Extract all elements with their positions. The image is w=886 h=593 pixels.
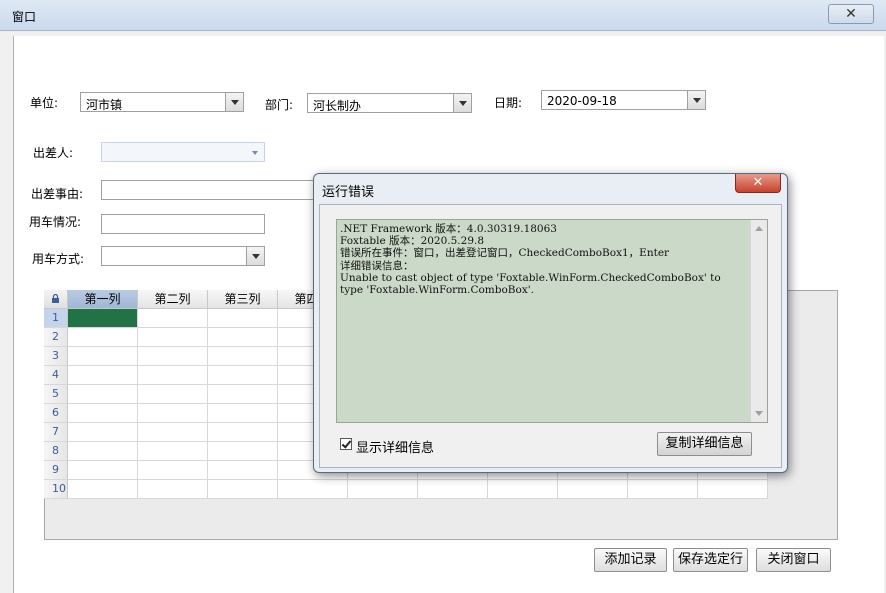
unit-value: 河市镇	[86, 98, 123, 112]
grid-cell[interactable]	[208, 461, 278, 480]
car-mode-label: 用车方式:	[32, 252, 85, 266]
window-titlebar: 窗口 ✕	[0, 0, 886, 31]
dialog-title: 运行错误	[322, 185, 375, 200]
show-details-label[interactable]: 显示详细信息	[356, 437, 434, 456]
error-scrollbar[interactable]	[750, 220, 767, 422]
grid-cell[interactable]	[68, 480, 138, 499]
grid-cell[interactable]	[68, 328, 138, 347]
chevron-down-icon[interactable]	[246, 247, 264, 265]
date-picker[interactable]: 2020-09-18	[541, 90, 706, 110]
grid-row-header[interactable]: 10	[44, 480, 68, 499]
grid-cell[interactable]	[348, 480, 418, 499]
chevron-down-icon[interactable]	[225, 93, 243, 111]
grid-cell[interactable]	[138, 423, 208, 442]
copy-details-button[interactable]: 复制详细信息	[657, 432, 752, 456]
scroll-up-icon[interactable]	[755, 226, 763, 231]
save-selected-row-button[interactable]: 保存选定行	[673, 548, 748, 572]
scroll-down-icon[interactable]	[755, 411, 763, 416]
grid-cell[interactable]	[138, 309, 208, 328]
grid-cell[interactable]	[138, 404, 208, 423]
date-value: 2020-09-18	[547, 94, 617, 108]
traveler-label: 出差人:	[33, 146, 74, 160]
grid-column-header[interactable]: 第二列	[138, 290, 208, 309]
grid-row-header[interactable]: 7	[44, 423, 68, 442]
grid-row-header[interactable]: 9	[44, 461, 68, 480]
grid-row-header[interactable]: 6	[44, 404, 68, 423]
lock-icon	[52, 294, 59, 303]
dialog-close-button[interactable]: ✕	[735, 174, 781, 193]
grid-cell[interactable]	[68, 309, 138, 328]
grid-cell[interactable]	[138, 366, 208, 385]
grid-cell[interactable]	[68, 423, 138, 442]
grid-column-header[interactable]: 第一列	[68, 290, 138, 309]
close-icon: ✕	[752, 175, 764, 190]
grid-cell[interactable]	[138, 347, 208, 366]
grid-cell[interactable]	[488, 480, 558, 499]
grid-cell[interactable]	[208, 404, 278, 423]
grid-cell[interactable]	[418, 480, 488, 499]
grid-row-header[interactable]: 2	[44, 328, 68, 347]
grid-cell[interactable]	[208, 366, 278, 385]
date-label: 日期:	[494, 96, 523, 110]
grid-row-header[interactable]: 5	[44, 385, 68, 404]
grid-cell[interactable]	[208, 480, 278, 499]
grid-cell[interactable]	[558, 480, 628, 499]
grid-cell[interactable]	[208, 347, 278, 366]
department-combobox[interactable]: 河长制办	[307, 93, 472, 113]
grid-row-header[interactable]: 1	[44, 309, 68, 328]
error-message: .NET Framework 版本：4.0.30319.18063 Foxtab…	[340, 223, 721, 297]
grid-corner	[44, 290, 68, 309]
grid-cell[interactable]	[68, 404, 138, 423]
reason-label: 出差事由:	[31, 187, 84, 201]
add-record-button[interactable]: 添加记录	[594, 548, 667, 572]
grid-cell[interactable]	[698, 480, 768, 499]
grid-cell[interactable]	[208, 328, 278, 347]
grid-cell[interactable]	[68, 461, 138, 480]
runtime-error-dialog: 运行错误 ✕ .NET Framework 版本：4.0.30319.18063…	[313, 173, 788, 473]
grid-row-header[interactable]: 8	[44, 442, 68, 461]
close-window-button[interactable]: 关闭窗口	[756, 548, 831, 572]
grid-row-header[interactable]: 3	[44, 347, 68, 366]
window-close-button[interactable]: ✕	[828, 4, 874, 24]
error-details-textbox[interactable]: .NET Framework 版本：4.0.30319.18063 Foxtab…	[336, 219, 768, 423]
chevron-down-icon[interactable]	[453, 94, 471, 112]
grid-cell[interactable]	[138, 385, 208, 404]
close-icon: ✕	[845, 6, 857, 22]
car-info-label: 用车情况:	[29, 215, 82, 229]
traveler-checked-combobox[interactable]	[101, 142, 265, 162]
department-value: 河长制办	[313, 99, 362, 113]
window-title: 窗口	[12, 10, 37, 24]
grid-cell[interactable]	[278, 480, 348, 499]
grid-cell[interactable]	[68, 442, 138, 461]
department-label: 部门:	[265, 98, 294, 112]
show-details-checkbox[interactable]	[340, 438, 352, 450]
unit-combobox[interactable]: 河市镇	[80, 92, 244, 112]
grid-cell[interactable]	[68, 385, 138, 404]
chevron-down-icon[interactable]	[247, 143, 264, 161]
reason-input[interactable]	[101, 180, 316, 200]
grid-cell[interactable]	[138, 442, 208, 461]
car-mode-combobox[interactable]	[101, 246, 265, 266]
grid-cell[interactable]	[138, 461, 208, 480]
grid-cell[interactable]	[208, 442, 278, 461]
dialog-body: .NET Framework 版本：4.0.30319.18063 Foxtab…	[319, 204, 782, 468]
grid-cell[interactable]	[68, 366, 138, 385]
grid-row-header[interactable]: 4	[44, 366, 68, 385]
grid-cell[interactable]	[208, 423, 278, 442]
grid-cell[interactable]	[208, 385, 278, 404]
grid-cell[interactable]	[138, 480, 208, 499]
grid-cell[interactable]	[68, 347, 138, 366]
grid-column-header[interactable]: 第三列	[208, 290, 278, 309]
chevron-down-icon[interactable]	[687, 91, 705, 109]
grid-cell[interactable]	[628, 480, 698, 499]
grid-cell[interactable]	[138, 328, 208, 347]
grid-cell[interactable]	[208, 309, 278, 328]
car-info-input[interactable]	[101, 214, 265, 234]
unit-label: 单位:	[30, 96, 59, 110]
